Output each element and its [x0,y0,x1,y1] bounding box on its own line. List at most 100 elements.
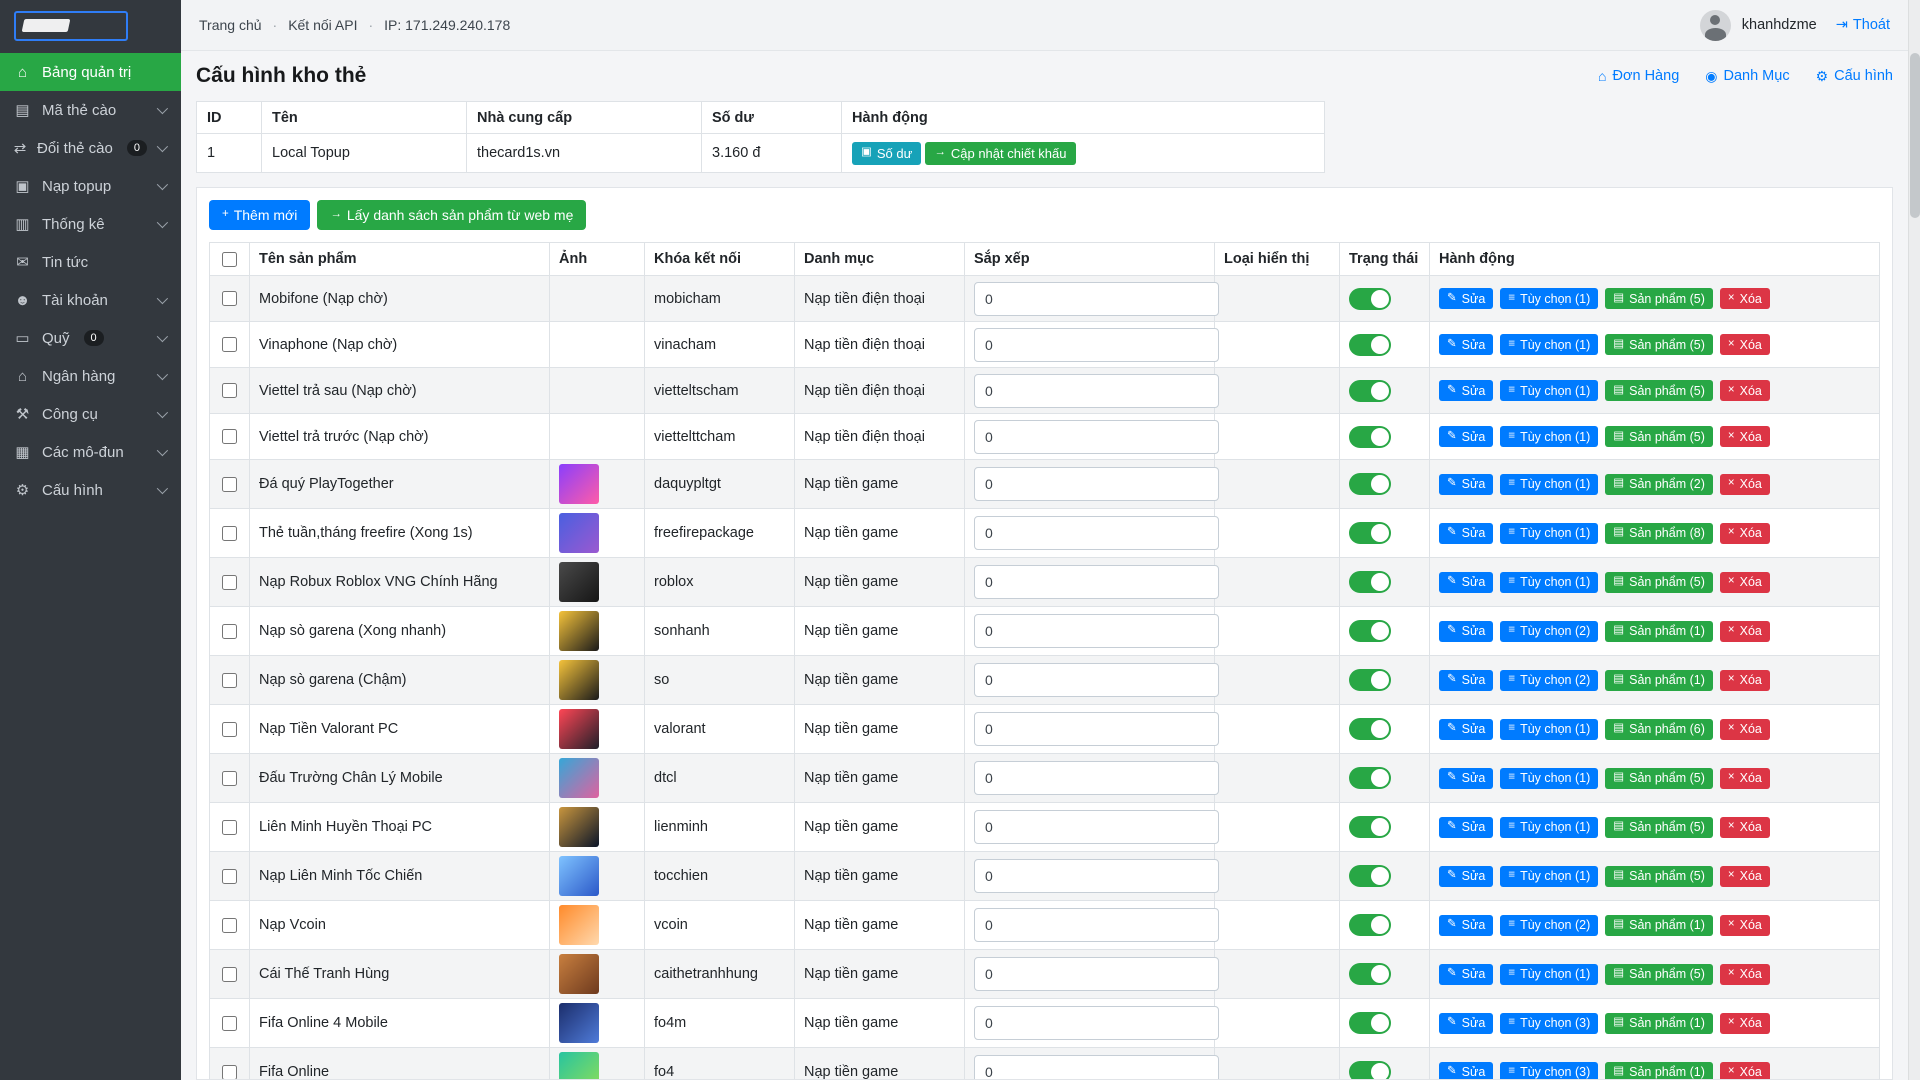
delete-button[interactable]: × Xóa [1720,1013,1770,1034]
options-button[interactable]: ≡ Tùy chọn (2) [1500,915,1598,936]
edit-button[interactable]: ✎ Sửa [1439,474,1493,495]
status-toggle[interactable] [1349,620,1391,642]
status-toggle[interactable] [1349,334,1391,356]
products-button[interactable]: ▤ Sản phẩm (1) [1605,915,1713,936]
options-button[interactable]: ≡ Tùy chọn (1) [1500,426,1598,447]
options-button[interactable]: ≡ Tùy chọn (1) [1500,964,1598,985]
sort-input[interactable] [974,1055,1219,1080]
row-checkbox[interactable] [222,771,237,786]
options-button[interactable]: ≡ Tùy chọn (3) [1500,1013,1598,1034]
delete-button[interactable]: × Xóa [1720,474,1770,495]
status-toggle[interactable] [1349,669,1391,691]
sort-input[interactable] [974,957,1219,991]
sort-input[interactable] [974,761,1219,795]
status-toggle[interactable] [1349,914,1391,936]
breadcrumb-item[interactable]: Kết nối API [262,17,358,33]
status-toggle[interactable] [1349,963,1391,985]
delete-button[interactable]: × Xóa [1720,572,1770,593]
options-button[interactable]: ≡ Tùy chọn (1) [1500,719,1598,740]
products-button[interactable]: ▤ Sản phẩm (1) [1605,621,1713,642]
page-nav-link[interactable]: ⚙ Cấu hình [1816,68,1893,85]
sidebar-item[interactable]: ⌂ Ngân hàng [0,357,181,395]
row-checkbox[interactable] [222,967,237,982]
products-button[interactable]: ▤ Sản phẩm (5) [1605,964,1713,985]
edit-button[interactable]: ✎ Sửa [1439,866,1493,887]
logout-button[interactable]: ⇥ Thoát [1836,17,1890,33]
sort-input[interactable] [974,1006,1219,1040]
products-button[interactable]: ▤ Sản phẩm (2) [1605,474,1713,495]
delete-button[interactable]: × Xóa [1720,1062,1770,1080]
delete-button[interactable]: × Xóa [1720,334,1770,355]
balance-button[interactable]: ▣ Số dư [852,142,921,165]
delete-button[interactable]: × Xóa [1720,288,1770,309]
edit-button[interactable]: ✎ Sửa [1439,523,1493,544]
products-button[interactable]: ▤ Sản phẩm (5) [1605,380,1713,401]
sidebar-item[interactable]: ▭ Quỹ 0 [0,319,181,357]
edit-button[interactable]: ✎ Sửa [1439,817,1493,838]
row-checkbox[interactable] [222,429,237,444]
sort-input[interactable] [974,712,1219,746]
sort-input[interactable] [974,859,1219,893]
products-button[interactable]: ▤ Sản phẩm (1) [1605,670,1713,691]
status-toggle[interactable] [1349,718,1391,740]
status-toggle[interactable] [1349,816,1391,838]
sort-input[interactable] [974,282,1219,316]
edit-button[interactable]: ✎ Sửa [1439,426,1493,447]
delete-button[interactable]: × Xóa [1720,523,1770,544]
row-checkbox[interactable] [222,291,237,306]
options-button[interactable]: ≡ Tùy chọn (1) [1500,288,1598,309]
sort-input[interactable] [974,565,1219,599]
delete-button[interactable]: × Xóa [1720,817,1770,838]
row-checkbox[interactable] [222,820,237,835]
sidebar-item[interactable]: ☻ Tài khoản [0,281,181,319]
sort-input[interactable] [974,614,1219,648]
products-button[interactable]: ▤ Sản phẩm (1) [1605,1062,1713,1080]
products-button[interactable]: ▤ Sản phẩm (1) [1605,1013,1713,1034]
row-checkbox[interactable] [222,337,237,352]
row-checkbox[interactable] [222,624,237,639]
sort-input[interactable] [974,908,1219,942]
edit-button[interactable]: ✎ Sửa [1439,1062,1493,1080]
edit-button[interactable]: ✎ Sửa [1439,964,1493,985]
delete-button[interactable]: × Xóa [1720,866,1770,887]
sidebar-item[interactable]: ⚒ Công cụ [0,395,181,433]
edit-button[interactable]: ✎ Sửa [1439,572,1493,593]
products-button[interactable]: ▤ Sản phẩm (5) [1605,768,1713,789]
row-checkbox[interactable] [222,869,237,884]
products-button[interactable]: ▤ Sản phẩm (5) [1605,288,1713,309]
scrollbar-thumb[interactable] [1910,53,1920,218]
status-toggle[interactable] [1349,473,1391,495]
sort-input[interactable] [974,467,1219,501]
status-toggle[interactable] [1349,865,1391,887]
edit-button[interactable]: ✎ Sửa [1439,670,1493,691]
options-button[interactable]: ≡ Tùy chọn (2) [1500,670,1598,691]
products-button[interactable]: ▤ Sản phẩm (5) [1605,334,1713,355]
delete-button[interactable]: × Xóa [1720,719,1770,740]
sidebar-item[interactable]: ▣ Nạp topup [0,167,181,205]
options-button[interactable]: ≡ Tùy chọn (1) [1500,768,1598,789]
window-scrollbar[interactable] [1908,0,1920,1080]
row-checkbox[interactable] [222,1016,237,1031]
sort-input[interactable] [974,420,1219,454]
products-button[interactable]: ▤ Sản phẩm (5) [1605,866,1713,887]
edit-button[interactable]: ✎ Sửa [1439,380,1493,401]
avatar[interactable] [1700,10,1731,41]
select-all-checkbox[interactable] [222,252,237,267]
edit-button[interactable]: ✎ Sửa [1439,334,1493,355]
edit-button[interactable]: ✎ Sửa [1439,915,1493,936]
add-new-button[interactable]: + Thêm mới [209,200,310,230]
options-button[interactable]: ≡ Tùy chọn (1) [1500,474,1598,495]
status-toggle[interactable] [1349,288,1391,310]
page-nav-link[interactable]: ⌂ Đơn Hàng [1598,68,1679,85]
edit-button[interactable]: ✎ Sửa [1439,768,1493,789]
row-checkbox[interactable] [222,526,237,541]
sidebar-item[interactable]: ⚙ Cấu hình [0,471,181,509]
sort-input[interactable] [974,516,1219,550]
delete-button[interactable]: × Xóa [1720,915,1770,936]
update-discount-button[interactable]: → Cập nhật chiết khấu [925,142,1075,165]
delete-button[interactable]: × Xóa [1720,380,1770,401]
options-button[interactable]: ≡ Tùy chọn (2) [1500,621,1598,642]
options-button[interactable]: ≡ Tùy chọn (1) [1500,334,1598,355]
sidebar-item[interactable]: ▤ Mã thẻ cào [0,91,181,129]
status-toggle[interactable] [1349,426,1391,448]
